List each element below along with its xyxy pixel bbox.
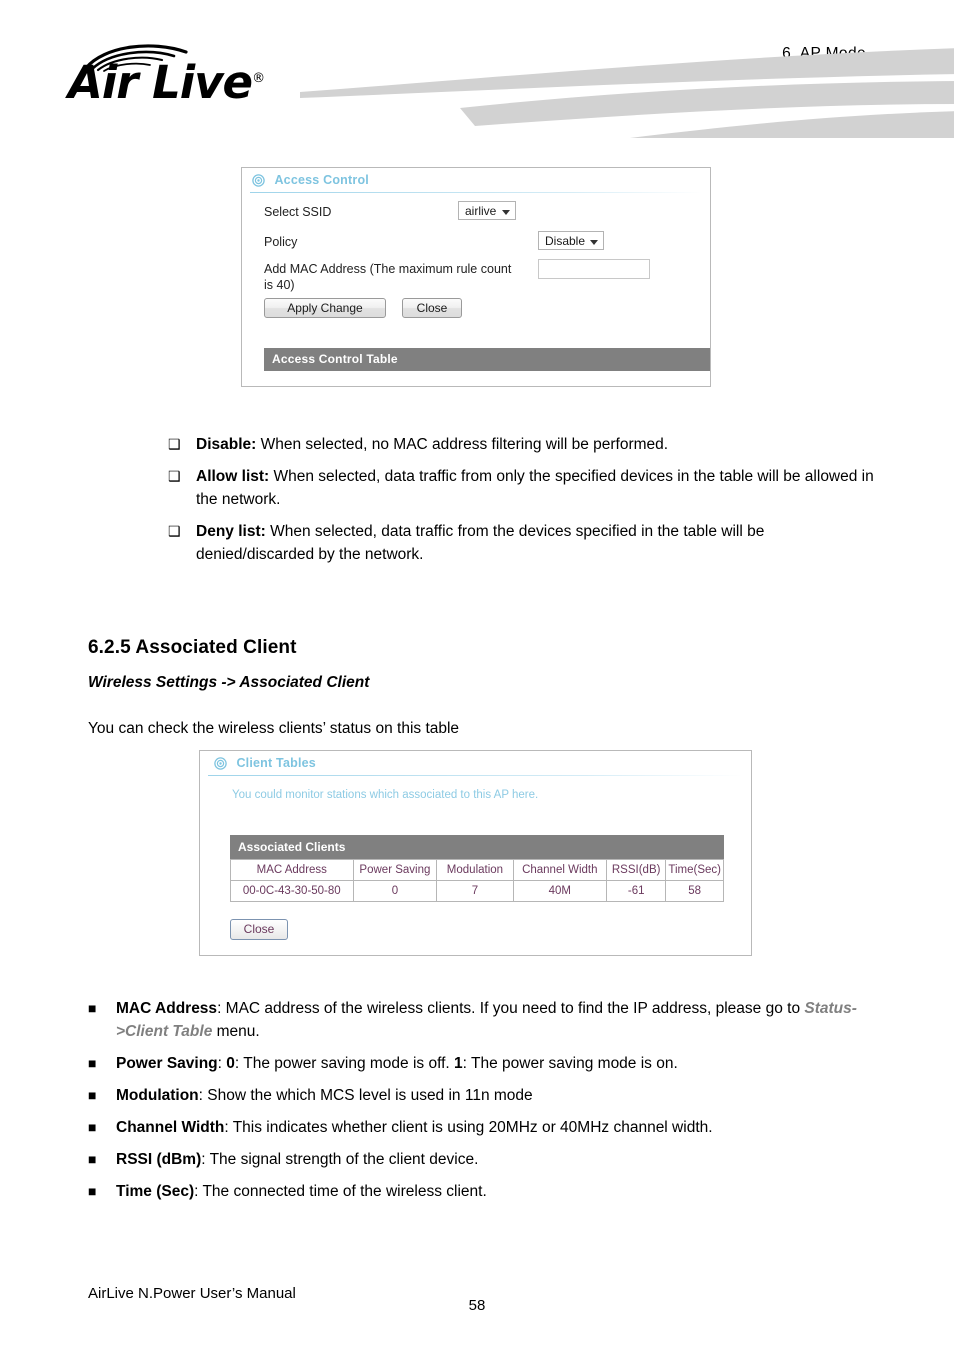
field-description-list: ■ MAC Address: MAC address of the wirele… xyxy=(70,997,880,1212)
select-ssid-label: Select SSID xyxy=(264,205,332,219)
add-mac-address-label: Add MAC Address (The maximum rule count … xyxy=(264,262,512,292)
list-item: ❑ Allow list: When selected, data traffi… xyxy=(150,465,880,511)
chapter-header: 6. AP Mode xyxy=(782,45,866,62)
power-saving-value-on: 1 xyxy=(454,1055,463,1072)
add-mac-address-input[interactable] xyxy=(538,259,650,279)
list-item: ■ RSSI (dBm): The signal strength of the… xyxy=(70,1148,880,1171)
policy-term: Deny list: xyxy=(196,523,266,540)
policy-desc: When selected, data traffic from the dev… xyxy=(196,523,765,563)
power-saving-off-text: : The power saving mode is off. xyxy=(234,1055,455,1072)
column-header-rssi: RSSI(dB) xyxy=(606,860,666,880)
table-row: 00-0C-43-30-50-80 0 7 40M -61 58 xyxy=(231,881,723,901)
cell-rssi: -61 xyxy=(606,881,666,901)
client-tables-screenshot: Client Tables You could monitor stations… xyxy=(199,750,752,956)
cell-modulation: 7 xyxy=(437,881,513,901)
field-desc-pre: : xyxy=(217,1055,227,1072)
policy-label: Policy xyxy=(264,235,298,249)
field-term-modulation: Modulation xyxy=(116,1087,199,1104)
field-desc-pre: : MAC address of the wireless clients. I… xyxy=(217,1000,805,1017)
policy-term: Disable: xyxy=(196,436,257,453)
select-ssid-dropdown[interactable]: airlive xyxy=(458,201,516,220)
column-header-time: Time(Sec) xyxy=(666,860,723,880)
policy-desc: When selected, no MAC address filtering … xyxy=(256,436,669,453)
policy-term: Allow list: xyxy=(196,468,270,485)
column-header-modulation: Modulation xyxy=(437,860,513,880)
apply-change-button[interactable]: Apply Change xyxy=(264,298,386,318)
field-term-channel-width: Channel Width xyxy=(116,1119,225,1136)
breadcrumb: Wireless Settings -> Associated Client xyxy=(88,674,370,691)
list-item: ■ Power Saving: 0: The power saving mode… xyxy=(70,1052,880,1075)
airlive-logo: Air Live® xyxy=(68,38,368,118)
registered-mark: ® xyxy=(252,71,266,86)
cell-time: 58 xyxy=(666,881,723,901)
page-title: 6.2.5 Associated Client xyxy=(88,637,297,658)
section-intro-text: You can check the wireless clients’ stat… xyxy=(88,720,460,737)
list-item: ❑ Deny list: When selected, data traffic… xyxy=(150,520,880,566)
field-desc-pre: : This indicates whether client is using… xyxy=(224,1119,713,1136)
access-control-title-bar: Access Control xyxy=(242,168,710,194)
column-header-power-saving: Power Saving xyxy=(353,860,437,880)
filled-square-bullet-icon: ■ xyxy=(88,1183,97,1199)
access-control-close-button[interactable]: Close xyxy=(402,298,462,318)
field-term-rssi: RSSI (dBm) xyxy=(116,1151,202,1168)
filled-square-bullet-icon: ■ xyxy=(88,1151,97,1167)
field-desc-post: menu. xyxy=(212,1023,260,1040)
filled-square-bullet-icon: ■ xyxy=(88,1055,97,1071)
access-control-title: Access Control xyxy=(274,173,369,187)
filled-square-bullet-icon: ■ xyxy=(88,1119,97,1135)
field-term-power-saving: Power Saving xyxy=(116,1055,218,1072)
list-item: ❑ Disable: When selected, no MAC address… xyxy=(150,433,880,456)
list-item: ■ Modulation: Show the which MCS level i… xyxy=(70,1084,880,1107)
policy-dropdown[interactable]: Disable xyxy=(538,231,604,250)
policy-value: Disable xyxy=(545,234,586,248)
power-saving-on-text: : The power saving mode is on. xyxy=(462,1055,678,1072)
list-item: ■ Time (Sec): The connected time of the … xyxy=(70,1180,880,1203)
target-icon xyxy=(214,757,227,770)
field-term-time: Time (Sec) xyxy=(116,1183,195,1200)
hollow-square-bullet-icon: ❑ xyxy=(168,436,181,452)
access-control-screenshot: Access Control Select SSID airlive Polic… xyxy=(241,167,711,387)
list-item: ■ Channel Width: This indicates whether … xyxy=(70,1116,880,1139)
footer-page-number: 58 xyxy=(468,1297,486,1314)
filled-square-bullet-icon: ■ xyxy=(88,1000,97,1016)
client-tables-close-button[interactable]: Close xyxy=(230,919,288,940)
hollow-square-bullet-icon: ❑ xyxy=(168,468,181,484)
client-tables-subtitle: You could monitor stations which associa… xyxy=(232,789,539,801)
associated-clients-table: MAC Address Power Saving Modulation Chan… xyxy=(230,859,724,902)
hollow-square-bullet-icon: ❑ xyxy=(168,523,181,539)
field-desc-pre: : The signal strength of the client devi… xyxy=(201,1151,479,1168)
power-saving-value-off: 0 xyxy=(226,1055,235,1072)
column-header-mac-address: MAC Address xyxy=(231,860,353,880)
select-ssid-value: airlive xyxy=(465,204,497,218)
client-tables-title-bar: Client Tables xyxy=(200,751,751,777)
filled-square-bullet-icon: ■ xyxy=(88,1087,97,1103)
list-item: ■ MAC Address: MAC address of the wirele… xyxy=(70,997,880,1043)
logo-wordmark: Air Live® xyxy=(68,60,265,105)
access-control-table-bar: Access Control Table xyxy=(264,348,710,371)
cell-power-saving: 0 xyxy=(353,881,437,901)
client-tables-title: Client Tables xyxy=(236,756,316,770)
associated-clients-bar: Associated Clients xyxy=(230,835,724,859)
field-desc-pre: : The connected time of the wireless cli… xyxy=(194,1183,487,1200)
field-desc-pre: : Show the which MCS level is used in 11… xyxy=(198,1087,533,1104)
access-control-form: Select SSID airlive Policy Disable Add M… xyxy=(242,194,710,324)
policy-desc: When selected, data traffic from only th… xyxy=(196,468,874,508)
page-header: Air Live® 6. AP Mode xyxy=(0,0,954,138)
logo-wordmark-text: Air Live xyxy=(68,56,253,109)
cell-channel-width: 40M xyxy=(513,881,606,901)
target-icon xyxy=(252,174,265,187)
cell-mac-address: 00-0C-43-30-50-80 xyxy=(231,881,353,901)
policy-bullet-list: ❑ Disable: When selected, no MAC address… xyxy=(150,433,880,575)
column-header-channel-width: Channel Width xyxy=(513,860,606,880)
field-term-mac-address: MAC Address xyxy=(116,1000,218,1017)
table-header-row: MAC Address Power Saving Modulation Chan… xyxy=(231,860,723,880)
